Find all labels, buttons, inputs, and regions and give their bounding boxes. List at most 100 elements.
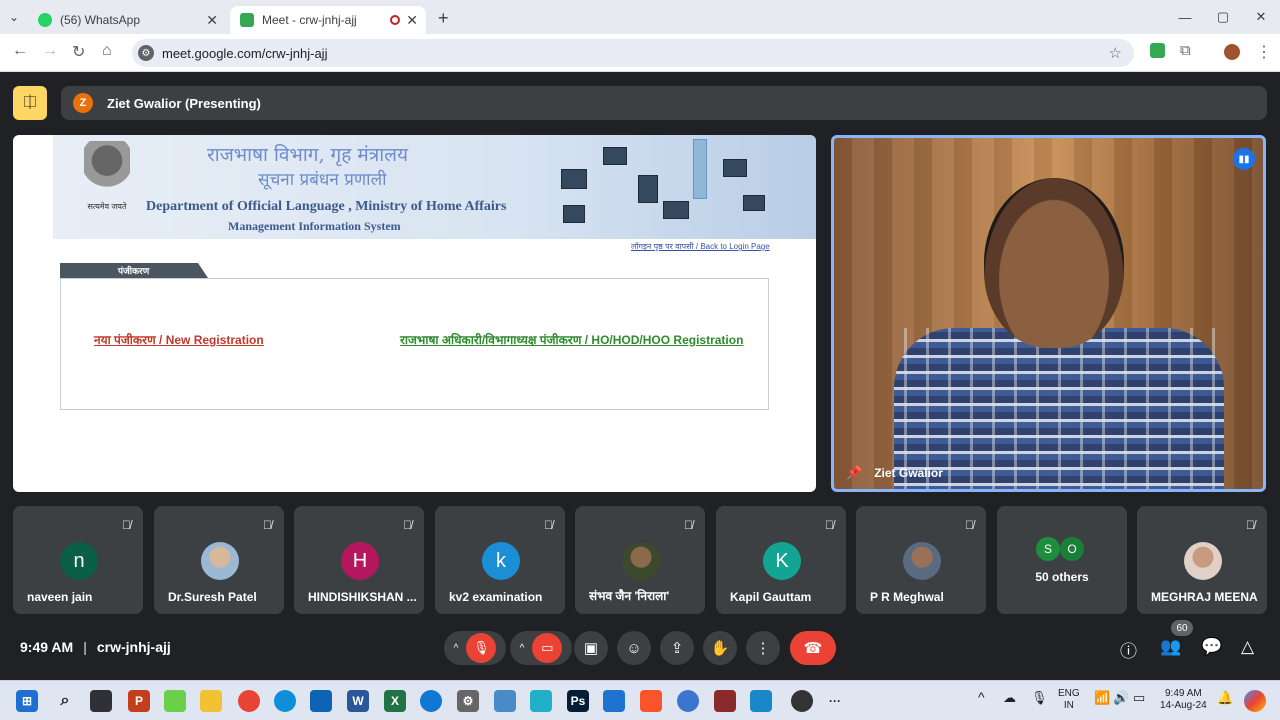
app-icon[interactable] (677, 690, 699, 712)
home-icon[interactable]: ⌂ (102, 42, 112, 60)
app-icon[interactable] (164, 690, 186, 712)
present-button[interactable]: ⇪ (660, 631, 694, 665)
raise-hand-button[interactable]: ✋ (703, 631, 737, 665)
overflow-icon[interactable]: ··· (824, 690, 846, 712)
meeting-controls: 9:49 AM | crw-jnhj-ajj ^ 🎙 ^ ▭ ▣ ☺ ⇪ ✋ ⋮… (0, 620, 1280, 680)
hand-icon: ✋ (710, 640, 730, 657)
settings-icon[interactable]: ⚙ (457, 690, 479, 712)
edge-icon[interactable] (274, 690, 296, 712)
system-clock[interactable]: 9:49 AM 14-Aug-24 (1160, 688, 1207, 712)
language-indicator[interactable]: ENG IN (1058, 688, 1080, 712)
volume-icon[interactable]: 🔊 (1113, 691, 1129, 704)
bookmark-star-icon[interactable]: ☆ (1109, 44, 1122, 62)
word-icon[interactable]: W (347, 690, 369, 712)
participant-name: Kapil Gauttam (730, 590, 812, 604)
powerpoint-icon[interactable]: P (128, 690, 150, 712)
menu-kebab-icon[interactable]: ⋮ (1256, 42, 1272, 62)
minimize-button[interactable]: — (1166, 10, 1204, 25)
participant-tile[interactable]: 🎙̸ H HINDISHIKSHAN ... (294, 506, 424, 614)
more-options-button[interactable]: ⋮ (746, 631, 780, 665)
participant-tile[interactable]: 🎙̸ MEGHRAJ MEENA (1137, 506, 1267, 614)
participant-name: naveen jain (27, 590, 93, 604)
windows-start-icon[interactable]: ⊞ (16, 690, 38, 712)
app-icon[interactable] (494, 690, 516, 712)
others-tile[interactable]: S O 50 others (997, 506, 1127, 614)
pin-icon[interactable]: 📌 (846, 465, 862, 481)
captions-button[interactable]: ▣ (574, 631, 608, 665)
meeting-time: 9:49 AM (20, 639, 74, 655)
store-icon[interactable] (310, 690, 332, 712)
info-icon[interactable]: ⓘ (1120, 637, 1137, 662)
clock-time: 9:49 AM (1165, 688, 1202, 699)
presenting-banner[interactable]: Z Ziet Gwalior (Presenting) (61, 86, 1267, 120)
onedrive-icon[interactable] (420, 690, 442, 712)
tab-search-dropdown[interactable]: ⌄ (0, 0, 28, 34)
participant-tile[interactable]: 🎙̸ n naveen jain (13, 506, 143, 614)
clock-date: 14-Aug-24 (1160, 700, 1207, 711)
battery-icon[interactable]: ▭ (1133, 691, 1145, 704)
presenter-avatar: Z (73, 93, 93, 113)
wifi-icon[interactable]: 📶 (1094, 691, 1110, 704)
avatar: S (1036, 537, 1060, 561)
reactions-button[interactable]: ☺ (617, 631, 651, 665)
photoshop-icon[interactable]: Ps (567, 690, 589, 712)
extension-icon[interactable] (1150, 43, 1165, 58)
participant-tile[interactable]: 🎙̸ Dr.Suresh Patel (154, 506, 284, 614)
tab-meet[interactable]: Meet - crw-jnhj-ajj ✕ (230, 6, 426, 34)
mic-button[interactable]: ^ 🎙 (444, 631, 506, 665)
participant-tile[interactable]: 🎙̸ P R Meghwal (856, 506, 986, 614)
region-code: IN (1063, 700, 1074, 711)
people-icon[interactable]: 👥 (1160, 637, 1181, 657)
participant-name: संभव जैन 'निराला' (589, 589, 670, 603)
hod-registration-link[interactable]: राजभाषा अधिकारी/विभागाध्यक्ष पंजीकरण / H… (400, 331, 743, 348)
mic-icon[interactable]: 🎙 (1031, 691, 1048, 704)
notification-bell-icon[interactable]: 🔔 (1217, 691, 1233, 704)
task-view-icon[interactable] (90, 690, 112, 712)
new-tab-button[interactable]: + (426, 2, 461, 34)
leave-call-button[interactable]: ☎ (790, 631, 836, 665)
tab-whatsapp[interactable]: (56) WhatsApp ✕ (28, 6, 226, 34)
camera-tile[interactable]: ▮▮ 📌 Ziet Gwalior (831, 135, 1266, 492)
tab-title: Meet - crw-jnhj-ajj (262, 13, 357, 27)
brave-icon[interactable] (640, 690, 662, 712)
maximize-button[interactable]: ▢ (1204, 9, 1242, 25)
presenter-strip: ⎅ Z Ziet Gwalior (Presenting) (13, 86, 1267, 120)
extensions-puzzle-icon[interactable]: ⧉ (1180, 42, 1191, 59)
chevron-up-icon[interactable]: ^ (520, 643, 525, 654)
security-icon[interactable]: ☁ (1003, 691, 1016, 704)
new-registration-link[interactable]: नया पंजीकरण / New Registration (94, 331, 264, 348)
copilot-icon[interactable] (1244, 690, 1266, 712)
file-explorer-icon[interactable] (200, 690, 222, 712)
chrome-icon[interactable] (238, 690, 260, 712)
forward-icon[interactable]: → (42, 42, 58, 60)
app-icon[interactable] (750, 690, 772, 712)
camera-button[interactable]: ^ ▭ (510, 631, 572, 665)
app-icon[interactable] (714, 690, 736, 712)
url-field[interactable]: ⚙ meet.google.com/crw-jnhj-ajj ☆ (132, 39, 1134, 67)
profile-avatar[interactable] (1224, 44, 1240, 60)
close-window-button[interactable]: ✕ (1242, 9, 1280, 25)
calendar-icon[interactable] (603, 690, 625, 712)
reload-icon[interactable]: ↻ (72, 42, 85, 62)
activities-icon[interactable]: △ (1241, 637, 1254, 657)
back-to-login-link[interactable]: लॉगइन पृष्ठ पर वापसी / Back to Login Pag… (631, 241, 770, 252)
chevron-up-icon[interactable]: ^ (454, 643, 459, 654)
hang-up-icon: ☎ (803, 640, 823, 657)
back-icon[interactable]: ← (12, 42, 28, 60)
chrome-profile-icon[interactable] (791, 690, 813, 712)
close-icon[interactable]: ✕ (206, 12, 218, 29)
participant-tile[interactable]: 🎙̸ K Kapil Gauttam (716, 506, 846, 614)
excel-icon[interactable]: X (384, 690, 406, 712)
chat-icon[interactable]: 💬 (1201, 637, 1222, 657)
site-info-icon[interactable]: ⚙ (138, 45, 154, 61)
avatar (622, 542, 660, 580)
search-icon[interactable]: ⌕ (54, 690, 76, 712)
banner-subtitle: Management Information System (228, 219, 401, 233)
close-icon[interactable]: ✕ (406, 12, 418, 29)
app-icon[interactable] (530, 690, 552, 712)
participant-tile[interactable]: 🎙̸ k kv2 examination (435, 506, 565, 614)
muted-mic-icon: 🎙̸ (965, 518, 974, 532)
participant-tile[interactable]: 🎙̸ संभव जैन 'निराला' (575, 506, 705, 614)
chevron-up-icon[interactable]: ^ (978, 690, 985, 704)
layout-menu-button[interactable]: ⎅ (13, 86, 47, 120)
